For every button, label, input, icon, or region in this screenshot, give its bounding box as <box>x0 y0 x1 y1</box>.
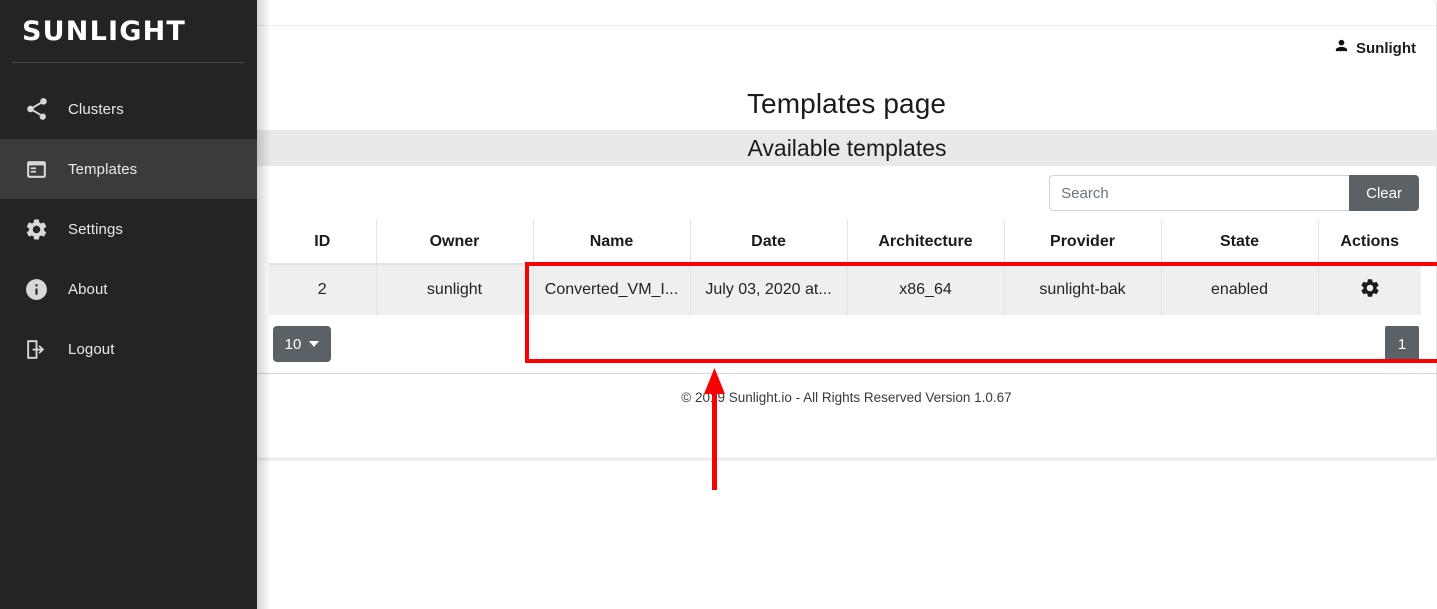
column-header-date[interactable]: Date <box>690 220 848 265</box>
sidebar-item-settings[interactable]: Settings <box>0 199 257 259</box>
table-head: ID Owner Name Date Architecture Provider… <box>269 220 1421 265</box>
share-icon <box>24 94 56 124</box>
per-page-value: 10 <box>284 335 302 353</box>
column-header-provider[interactable]: Provider <box>1004 220 1162 265</box>
sidebar-item-label: Clusters <box>68 100 124 118</box>
sidebar-item-about[interactable]: About <box>0 259 257 319</box>
table-row[interactable]: 2 sunlight Converted_VM_I... July 03, 20… <box>269 264 1421 315</box>
user-row: Sunlight <box>257 26 1436 70</box>
chevron-down-icon <box>309 341 320 347</box>
column-header-id[interactable]: ID <box>269 220 377 265</box>
gear-icon <box>24 214 56 244</box>
cell-actions <box>1318 264 1421 315</box>
per-page-dropdown[interactable]: 10 <box>273 326 331 362</box>
column-header-name[interactable]: Name <box>533 220 691 265</box>
sidebar: SUNLIGHT Clusters Templates Settings Abo… <box>0 0 257 609</box>
sidebar-item-logout[interactable]: Logout <box>0 319 257 379</box>
cell-id: 2 <box>269 264 377 315</box>
cell-owner: sunlight <box>376 264 534 315</box>
web-asset-icon <box>24 154 56 184</box>
brand-logo[interactable]: SUNLIGHT <box>0 0 257 62</box>
sidebar-item-label: Templates <box>68 160 138 178</box>
logo-text: SUNLIGHT <box>22 15 186 47</box>
info-icon <box>24 274 56 304</box>
cell-name: Converted_VM_I... <box>533 264 691 315</box>
cell-architecture: x86_64 <box>847 264 1005 315</box>
sidebar-item-label: Settings <box>68 220 123 238</box>
templates-table: ID Owner Name Date Architecture Provider… <box>269 220 1421 315</box>
table-header-row: ID Owner Name Date Architecture Provider… <box>269 220 1421 265</box>
sidebar-item-label: About <box>68 280 108 298</box>
cell-date: July 03, 2020 at... <box>690 264 848 315</box>
search-input[interactable] <box>1049 175 1350 211</box>
sidebar-nav: Clusters Templates Settings About Logout <box>0 63 257 379</box>
clear-button[interactable]: Clear <box>1349 175 1419 211</box>
logout-icon <box>24 334 56 364</box>
table-body: 2 sunlight Converted_VM_I... July 03, 20… <box>269 264 1421 315</box>
user-menu[interactable]: Sunlight <box>1333 37 1416 59</box>
user-name-label: Sunlight <box>1356 39 1416 57</box>
top-bar <box>257 0 1436 26</box>
footer-text: © 2019 Sunlight.io - All Rights Reserved… <box>681 390 1012 405</box>
column-header-actions: Actions <box>1318 220 1421 265</box>
person-icon <box>1333 37 1350 59</box>
search-group: Clear <box>1049 175 1419 211</box>
main-content: Sunlight Templates page Available templa… <box>257 0 1437 609</box>
cell-provider: sunlight-bak <box>1004 264 1162 315</box>
search-row: Clear <box>257 166 1436 220</box>
content-card: Sunlight Templates page Available templa… <box>257 0 1437 459</box>
page-title: Templates page <box>746 88 947 119</box>
row-actions-gear-icon[interactable] <box>1359 277 1381 304</box>
pagination-page-1[interactable]: 1 <box>1385 326 1419 362</box>
page-number-label: 1 <box>1397 335 1407 353</box>
templates-table-zone: ID Owner Name Date Architecture Provider… <box>257 220 1436 315</box>
sidebar-item-templates[interactable]: Templates <box>0 139 257 199</box>
app-root: SUNLIGHT Clusters Templates Settings Abo… <box>0 0 1437 609</box>
column-header-state[interactable]: State <box>1161 220 1319 265</box>
section-header: Available templates <box>257 130 1437 166</box>
cell-state: enabled <box>1161 264 1319 315</box>
section-title: Available templates <box>747 134 947 161</box>
pagination-row: 10 1 <box>257 315 1436 373</box>
column-header-architecture[interactable]: Architecture <box>847 220 1005 265</box>
sidebar-item-clusters[interactable]: Clusters <box>0 79 257 139</box>
sidebar-item-label: Logout <box>68 340 115 358</box>
column-header-owner[interactable]: Owner <box>376 220 534 265</box>
